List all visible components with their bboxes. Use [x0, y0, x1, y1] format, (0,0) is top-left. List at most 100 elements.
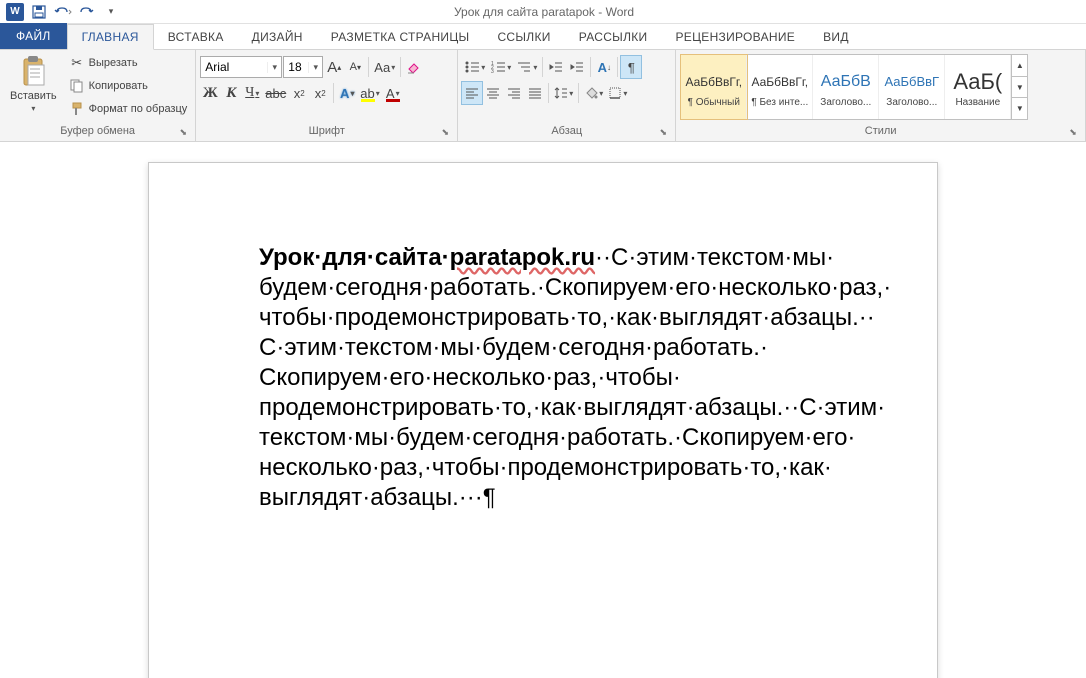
ribbon: Вставить▾ ✂ Вырезать Копировать [0, 50, 1086, 142]
paste-button[interactable]: Вставить▾ [4, 52, 63, 118]
tab-design[interactable]: ДИЗАЙН [238, 25, 317, 49]
justify-icon [528, 86, 542, 100]
undo-button[interactable] [52, 1, 74, 23]
style-preview: АаБбВ [821, 67, 871, 97]
line-spacing-button[interactable]: ▾ [552, 82, 575, 104]
chevron-down-icon[interactable]: ▾ [308, 62, 322, 73]
document-area[interactable]: Урок·для·сайта·paratapok.ru··С·этим·текс… [0, 142, 1086, 678]
qat-customize-icon[interactable]: ▾ [100, 1, 122, 23]
align-right-button[interactable] [504, 82, 524, 104]
sort-button[interactable]: A↓ [594, 56, 614, 78]
font-name-combo[interactable]: ▾ [200, 56, 282, 78]
strikethrough-button[interactable]: abc [263, 82, 288, 104]
style-normal[interactable]: АаБбВвГг, ¶ Обычный [681, 55, 747, 119]
titlebar: W ▾ Урок для сайта paratapok - Word [0, 0, 1086, 24]
tab-home[interactable]: ГЛАВНАЯ [67, 24, 154, 50]
pilcrow-icon: ¶ [628, 60, 635, 75]
decrease-indent-button[interactable] [546, 56, 566, 78]
paragraph-launcher-icon[interactable]: ⬊ [657, 126, 669, 138]
numbering-icon: 123 [490, 60, 506, 74]
multilevel-list-button[interactable]: ▾ [514, 56, 539, 78]
style-label: Заголово... [820, 97, 871, 108]
style-preview: АаБбВвГ [884, 67, 939, 97]
bold-button[interactable]: Ж [200, 82, 220, 104]
doc-url: paratapok.ru [450, 244, 595, 271]
tab-mailings[interactable]: РАССЫЛКИ [565, 25, 662, 49]
style-label: ¶ Без инте... [751, 97, 808, 108]
align-left-icon [465, 86, 479, 100]
page[interactable]: Урок·для·сайта·paratapok.ru··С·этим·текс… [148, 162, 938, 678]
window-title: Урок для сайта paratapok - Word [122, 5, 966, 19]
clipboard-icon [17, 56, 49, 88]
tab-insert[interactable]: ВСТАВКА [154, 25, 238, 49]
styles-launcher-icon[interactable]: ⬊ [1067, 126, 1079, 138]
indent-icon [570, 60, 584, 74]
text-effects-button[interactable]: A▾ [337, 82, 357, 104]
gallery-up-icon[interactable]: ▲ [1012, 55, 1027, 77]
bullets-button[interactable]: ▾ [462, 56, 487, 78]
font-color-button[interactable]: A▾ [383, 82, 403, 104]
font-size-input[interactable] [284, 60, 308, 74]
gallery-more-icon[interactable]: ▼ [1012, 98, 1027, 119]
shrink-font-button[interactable]: A▾ [345, 56, 365, 78]
style-preview: АаБбВвГг, [685, 67, 742, 97]
tab-view[interactable]: ВИД [809, 25, 863, 49]
brush-icon [69, 101, 85, 117]
grow-font-button[interactable]: A▴ [324, 56, 344, 78]
save-button[interactable] [28, 1, 50, 23]
group-font-label: Шрифт [309, 125, 345, 137]
style-heading2[interactable]: АаБбВвГ Заголово... [879, 55, 945, 119]
format-painter-label: Формат по образцу [89, 103, 188, 115]
style-no-spacing[interactable]: АаБбВвГг, ¶ Без инте... [747, 55, 813, 119]
app-icon[interactable]: W [4, 1, 26, 23]
quick-access-toolbar: W ▾ [0, 1, 122, 23]
copy-label: Копировать [89, 80, 148, 92]
scissors-icon: ✂ [69, 55, 85, 71]
style-title[interactable]: АаБ( Название [945, 55, 1011, 119]
borders-button[interactable]: ▾ [606, 82, 629, 104]
line-spacing-icon [554, 86, 568, 100]
doc-bold-lead: Урок·для·сайта· [259, 244, 450, 271]
italic-button[interactable]: К [221, 82, 241, 104]
tab-page-layout[interactable]: РАЗМЕТКА СТРАНИЦЫ [317, 25, 484, 49]
style-label: Название [955, 97, 1000, 108]
shading-button[interactable]: ▾ [582, 82, 605, 104]
group-paragraph-label: Абзац [551, 125, 582, 137]
bullets-icon [464, 60, 480, 74]
document-paragraph[interactable]: Урок·для·сайта·paratapok.ru··С·этим·текс… [259, 243, 827, 513]
highlight-button[interactable]: ab▾ [358, 82, 381, 104]
redo-button[interactable] [76, 1, 98, 23]
style-preview: АаБбВвГг, [751, 67, 808, 97]
chevron-down-icon[interactable]: ▾ [267, 62, 281, 73]
clear-formatting-button[interactable] [404, 56, 424, 78]
superscript-button[interactable]: x2 [310, 82, 330, 104]
align-center-button[interactable] [483, 82, 503, 104]
font-name-input[interactable] [201, 60, 267, 74]
underline-button[interactable]: Ч▾ [242, 82, 262, 104]
align-left-button[interactable] [462, 82, 482, 104]
font-size-combo[interactable]: ▾ [283, 56, 323, 78]
tab-references[interactable]: ССЫЛКИ [483, 25, 564, 49]
numbering-button[interactable]: 123▾ [488, 56, 513, 78]
format-painter-button[interactable]: Формат по образцу [65, 98, 192, 120]
cut-button[interactable]: ✂ Вырезать [65, 52, 192, 74]
ribbon-tabs: ФАЙЛ ГЛАВНАЯ ВСТАВКА ДИЗАЙН РАЗМЕТКА СТР… [0, 24, 1086, 50]
doc-body: ··С·этим·текстом·мы· будем·сегодня·работ… [259, 244, 891, 511]
increase-indent-button[interactable] [567, 56, 587, 78]
style-heading1[interactable]: АаБбВ Заголово... [813, 55, 879, 119]
change-case-button[interactable]: Aa▾ [372, 56, 397, 78]
justify-button[interactable] [525, 82, 545, 104]
borders-icon [608, 86, 622, 100]
copy-button[interactable]: Копировать [65, 75, 192, 97]
bucket-icon [584, 86, 598, 100]
show-marks-button[interactable]: ¶ [621, 56, 641, 78]
font-launcher-icon[interactable]: ⬊ [439, 126, 451, 138]
clipboard-launcher-icon[interactable]: ⬊ [177, 126, 189, 138]
styles-gallery: АаБбВвГг, ¶ Обычный АаБбВвГг, ¶ Без инте… [680, 54, 1028, 120]
tab-file[interactable]: ФАЙЛ [0, 23, 67, 49]
align-right-icon [507, 86, 521, 100]
subscript-button[interactable]: x2 [289, 82, 309, 104]
tab-review[interactable]: РЕЦЕНЗИРОВАНИЕ [661, 25, 809, 49]
gallery-scroller: ▲ ▼ ▼ [1011, 55, 1027, 119]
gallery-down-icon[interactable]: ▼ [1012, 77, 1027, 99]
